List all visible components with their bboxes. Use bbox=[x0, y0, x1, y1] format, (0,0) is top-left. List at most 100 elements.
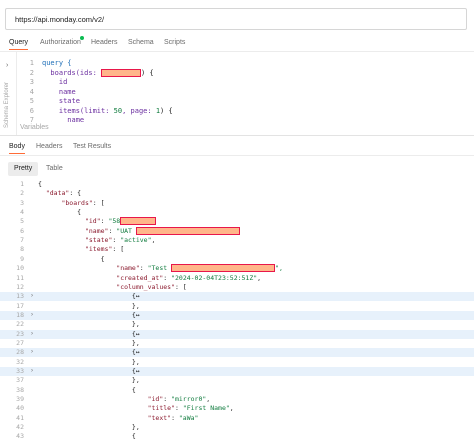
line-number: 2 bbox=[29, 68, 34, 77]
line-number: 1 bbox=[20, 180, 24, 188]
code-token: : bbox=[171, 413, 179, 422]
line-number: 11 bbox=[16, 273, 24, 282]
tab-authorization[interactable]: Authorization bbox=[40, 39, 81, 46]
code-token: , page: bbox=[122, 106, 156, 115]
view-table[interactable]: Table bbox=[40, 162, 69, 176]
line-number: 39 bbox=[16, 395, 24, 404]
code-token: 50 bbox=[113, 106, 123, 115]
variables-section[interactable]: Variables bbox=[20, 124, 49, 131]
expand-chevron-icon[interactable]: › bbox=[31, 311, 33, 320]
tab-query[interactable]: Query bbox=[9, 39, 29, 50]
code-token: { bbox=[38, 180, 42, 188]
json-code: "id": "58 bbox=[38, 217, 157, 226]
json-code: "id": "mirror0", bbox=[38, 395, 211, 404]
line-number: 7 bbox=[20, 236, 24, 245]
line-number: 4 bbox=[29, 87, 34, 96]
query-line: 2 boards(ids: ) { bbox=[20, 68, 154, 78]
json-code: { bbox=[38, 208, 81, 217]
line-number: 2 bbox=[20, 189, 24, 198]
json-line: 6 "name": "UAT bbox=[0, 226, 474, 236]
url-bar[interactable]: https://api.monday.com/v2/ bbox=[5, 8, 467, 30]
json-line: 3 "boards": [ bbox=[0, 199, 474, 208]
code-token: "items" bbox=[84, 245, 113, 254]
query-line: 4 name bbox=[20, 87, 76, 97]
response-tabs: Body Headers Test Results bbox=[0, 140, 474, 156]
code-token: ", bbox=[275, 264, 283, 273]
json-code: "name": "UAT bbox=[38, 226, 240, 236]
code-token: "aWa" bbox=[178, 413, 199, 422]
code-token: ) { bbox=[141, 68, 154, 77]
line-number: 38 bbox=[16, 385, 24, 394]
json-code: { bbox=[38, 386, 136, 395]
query-line: 6 items(limit: 50, page: 1) { bbox=[20, 106, 173, 116]
code-token: : { bbox=[69, 189, 82, 198]
code-token: state bbox=[42, 97, 80, 105]
json-code: {↔ bbox=[38, 330, 140, 339]
code-token: items(limit: bbox=[42, 106, 114, 115]
json-code: }, bbox=[38, 339, 140, 348]
code-token: }, bbox=[38, 320, 140, 329]
code-token: , bbox=[206, 395, 211, 404]
query-line: 1 query { bbox=[20, 58, 72, 68]
code-token: { bbox=[38, 385, 136, 394]
query-line: 3 id bbox=[20, 77, 68, 87]
json-code: }, bbox=[38, 376, 140, 385]
code-token: "title" bbox=[147, 404, 175, 413]
divider[interactable] bbox=[0, 135, 474, 136]
code-token: "boards" bbox=[61, 198, 93, 207]
json-line: 38 { bbox=[0, 386, 474, 395]
code-token: }, bbox=[38, 423, 140, 432]
tab-schema[interactable]: Schema bbox=[128, 39, 154, 46]
code-token: "data" bbox=[45, 189, 70, 198]
line-number: 42 bbox=[16, 423, 24, 432]
json-code: "name": "Test ", bbox=[38, 264, 283, 273]
code-token: {↔ bbox=[38, 348, 140, 357]
line-number: 37 bbox=[16, 376, 24, 385]
code-token: : bbox=[139, 264, 148, 273]
json-line: 4 { bbox=[0, 208, 474, 217]
tab-test-results[interactable]: Test Results bbox=[73, 143, 111, 150]
code-token: : [ bbox=[174, 282, 187, 291]
code-token: name bbox=[42, 116, 85, 124]
query-line: 5 state bbox=[20, 96, 80, 106]
line-number: 33 bbox=[16, 367, 24, 375]
code-token: {↔ bbox=[38, 329, 140, 338]
line-number: 5 bbox=[20, 217, 24, 226]
tab-headers[interactable]: Headers bbox=[91, 39, 117, 46]
json-line: 37 }, bbox=[0, 376, 474, 385]
code-token: id bbox=[42, 78, 68, 86]
code-token: : bbox=[163, 395, 172, 404]
json-line: 11 "created_at": "2024-02-04T23:52:51Z", bbox=[0, 274, 474, 283]
response-body[interactable]: 1{2 "data": {3 "boards": [4 {5 "id": "58… bbox=[0, 180, 474, 445]
tab-scripts[interactable]: Scripts bbox=[164, 39, 185, 46]
json-code: }, bbox=[38, 320, 140, 329]
expand-chevron-icon[interactable]: › bbox=[31, 367, 33, 376]
line-number: 41 bbox=[16, 413, 24, 422]
code-token: {↔ bbox=[38, 292, 140, 301]
line-number: 3 bbox=[20, 198, 24, 207]
expand-chevron-icon[interactable]: › bbox=[31, 330, 33, 339]
json-code: "column_values": [ bbox=[38, 282, 187, 292]
tab-response-headers[interactable]: Headers bbox=[36, 143, 62, 150]
expand-chevron-icon[interactable]: › bbox=[31, 292, 33, 301]
code-token: "58 bbox=[108, 217, 121, 226]
line-number: 5 bbox=[29, 97, 34, 105]
json-code: "data": { bbox=[38, 189, 81, 198]
chevron-right-icon: › bbox=[6, 62, 9, 69]
code-token: { bbox=[38, 432, 136, 441]
line-number: 27 bbox=[16, 338, 24, 347]
code-token: "2024-02-04T23:52:51Z" bbox=[171, 273, 258, 282]
tab-body[interactable]: Body bbox=[9, 143, 25, 154]
view-pretty[interactable]: Pretty bbox=[8, 162, 39, 176]
json-line: 41 "text": "aWa" bbox=[0, 414, 474, 423]
code-token: "Test bbox=[147, 264, 172, 273]
expand-chevron-icon[interactable]: › bbox=[31, 348, 33, 357]
code-token: }, bbox=[38, 338, 140, 347]
code-token: : bbox=[163, 273, 172, 282]
